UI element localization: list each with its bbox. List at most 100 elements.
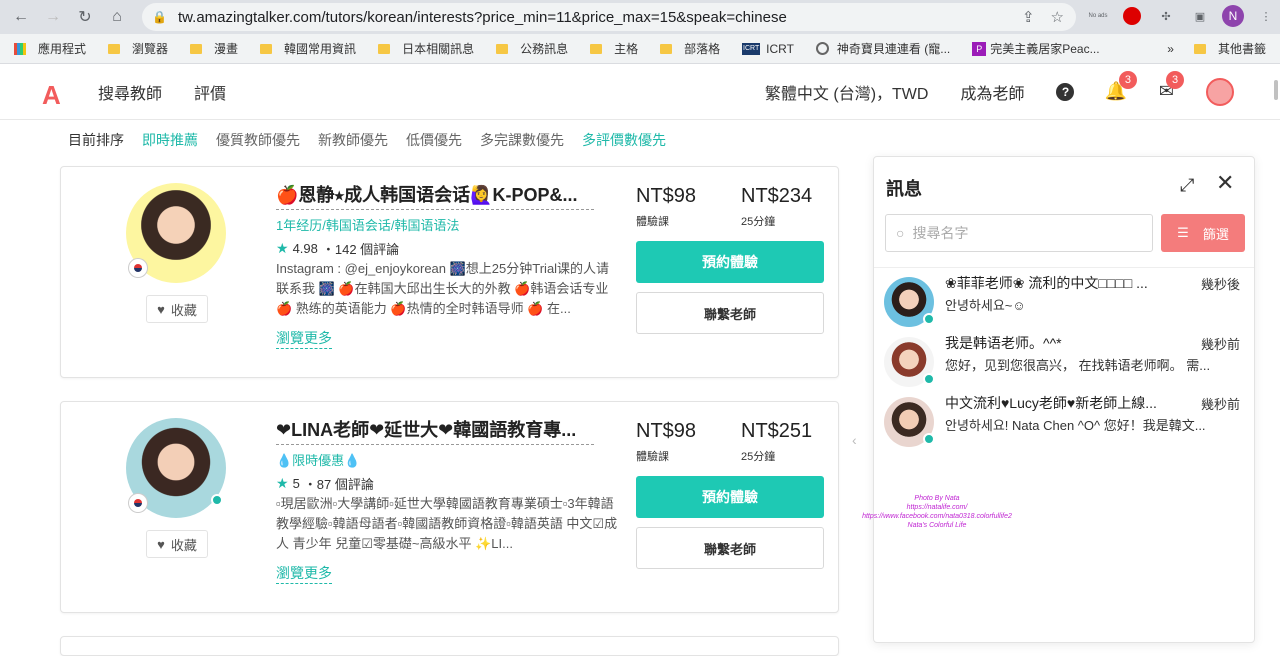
url-text: tw.amazingtalker.com/tutors/korean/inter… [178, 8, 787, 26]
trial-price-label: 體驗課 [636, 451, 669, 463]
view-more-link[interactable]: 瀏覽更多 [276, 328, 332, 349]
sort-option-new[interactable]: 新教師優先 [318, 130, 388, 150]
view-more-link[interactable]: 瀏覽更多 [276, 563, 332, 584]
conversation-name: 中文流利♥Lucy老師♥新老師上線... [945, 395, 1157, 411]
book-trial-button[interactable]: 預約體驗 [636, 476, 824, 518]
bookmark-link[interactable]: P 完美主義居家Peac... [972, 40, 1100, 57]
lesson-price: NT$251 [741, 420, 813, 442]
contact-teacher-button[interactable]: 聯繫老師 [636, 527, 824, 569]
user-avatar[interactable] [1206, 77, 1234, 106]
share-icon[interactable]: ⇪ [1022, 8, 1035, 26]
tutor-description: Instagram : @ej_enjoykorean 🎆想上25分钟Trial… [276, 261, 610, 316]
heart-icon: ♥ [157, 536, 165, 552]
forward-arrow-icon[interactable]: → [42, 6, 64, 28]
tutor-rating: ★ 4.98 ・142 個評論 [276, 240, 400, 257]
online-status-dot [211, 494, 223, 506]
folder-icon [378, 43, 391, 54]
site-header: A 搜尋教師 評價 繁體中文 (台灣)，TWD 成為老師 ? 🔔 3 ✉ 3 [0, 64, 1280, 120]
folder-icon [1193, 43, 1206, 54]
other-bookmarks[interactable]: 其他書籤 [1193, 40, 1266, 57]
side-panel-icon[interactable]: ▣ [1188, 4, 1212, 28]
favorite-button[interactable]: ♥ 收藏 [146, 295, 208, 323]
bookmarks-overflow-icon[interactable]: » [1167, 42, 1174, 56]
sort-option-recommended[interactable]: 即時推薦 [142, 130, 198, 150]
lesson-price-label: 25分鐘 [741, 216, 776, 228]
folder-icon [108, 43, 121, 54]
folder-icon [590, 43, 603, 54]
page-scrollbar[interactable] [1274, 80, 1278, 100]
folder-icon [190, 43, 203, 54]
folder-icon [260, 43, 273, 54]
mail-icon[interactable]: ✉ 3 [1159, 71, 1184, 102]
language-currency-selector[interactable]: 繁體中文 (台灣)，TWD [765, 80, 929, 104]
lesson-price: NT$234 [741, 185, 813, 207]
sort-option-most-lessons[interactable]: 多完課數優先 [480, 130, 564, 150]
apps-grid-icon [14, 42, 26, 55]
heart-icon: ♥ [157, 301, 165, 317]
no-ads-extension-icon[interactable]: No ads [1086, 4, 1110, 28]
star-icon: ★ [276, 475, 289, 491]
online-status-dot [923, 373, 935, 385]
contact-teacher-button[interactable]: 聯繫老師 [636, 292, 824, 334]
amazingtalker-logo[interactable]: A [42, 80, 66, 110]
online-status-dot [923, 433, 935, 445]
bookmark-folder[interactable]: 日本相關訊息 [378, 40, 474, 57]
filter-button[interactable]: ☰ 篩選 [1161, 214, 1245, 252]
photo-watermark: Photo By Nata https://natalife.com/ http… [862, 495, 1012, 529]
conversation-time: 幾秒後 [1201, 277, 1241, 292]
help-icon[interactable]: ? [1056, 82, 1075, 101]
close-icon[interactable]: ✕ [1216, 172, 1236, 194]
bookmark-apps[interactable]: 應用程式 [14, 40, 86, 57]
bookmark-folder[interactable]: 瀏覽器 [108, 40, 168, 57]
favorite-button[interactable]: ♥ 收藏 [146, 530, 208, 558]
bookmark-folder[interactable]: 漫畫 [190, 40, 238, 57]
extensions-puzzle-icon[interactable]: ✣ [1154, 4, 1178, 28]
address-bar[interactable]: 🔒 tw.amazingtalker.com/tutors/korean/int… [142, 3, 1076, 31]
sort-label: 目前排序 [68, 132, 124, 148]
conversation-item[interactable]: 中文流利♥Lucy老師♥新老師上線... 幾秒前 안녕하세요! Nata Che… [874, 393, 1254, 453]
conversation-item[interactable]: ❀菲菲老师❀ 流利的中文□□□□ ... 幾秒後 안녕하세요~☺ [874, 273, 1254, 333]
mail-badge: 3 [1166, 71, 1184, 89]
back-arrow-icon[interactable]: ← [10, 6, 32, 28]
bookmark-folder[interactable]: 公務訊息 [496, 40, 568, 57]
icrt-logo-icon: ICRT [742, 42, 761, 55]
bookmark-folder[interactable]: 部落格 [660, 40, 720, 57]
sort-option-most-reviews[interactable]: 多評價數優先 [582, 130, 666, 150]
profile-avatar[interactable]: N [1222, 5, 1244, 27]
bookmarks-bar: 應用程式 瀏覽器 漫畫 韓國常用資訊 日本相關訊息 公務訊息 主格 部落格 IC… [0, 34, 1280, 64]
messages-panel: 訊息 ⤢ ✕ ○ 搜尋名字 ☰ 篩選 ❀菲菲老师❀ 流利的中文□□□□ ... … [873, 156, 1255, 643]
trial-price: NT$98 [636, 420, 697, 442]
conversation-time: 幾秒前 [1201, 337, 1241, 352]
notification-bell-icon[interactable]: 🔔 3 [1104, 71, 1137, 102]
bookmark-star-icon[interactable]: ☆ [1051, 8, 1064, 26]
conversation-time: 幾秒前 [1201, 397, 1241, 412]
online-status-dot [923, 313, 935, 325]
book-trial-button[interactable]: 預約體驗 [636, 241, 824, 283]
conversation-preview: 안녕하세요~☺ [945, 298, 1026, 313]
conversation-item[interactable]: 我是韩语老师。^^* 幾秒前 您好，见到您很高兴， 在找韩语老师啊。 需... [874, 333, 1254, 393]
search-icon: ○ [896, 225, 905, 241]
korea-flag-icon [129, 494, 147, 512]
nav-search-teachers[interactable]: 搜尋教師 [98, 80, 162, 104]
nav-reviews[interactable]: 評價 [194, 80, 226, 104]
folder-icon [496, 43, 509, 54]
chevron-left-icon[interactable]: ‹ [852, 432, 857, 448]
sort-option-low-price[interactable]: 低價優先 [406, 130, 462, 150]
tutor-name[interactable]: ❤LINA老師❤延世大❤韓國語教育專... [276, 416, 594, 445]
menu-kebab-icon[interactable]: ⋮ [1254, 4, 1278, 28]
bookmark-folder[interactable]: 主格 [590, 40, 638, 57]
tutor-name[interactable]: 🍎恩静⭑成人韩国语会话🙋‍♀K-POP&... [276, 181, 594, 210]
bookmark-icrt[interactable]: ICRT ICRT [742, 42, 794, 56]
become-teacher-link[interactable]: 成為老師 [960, 80, 1024, 104]
expand-icon[interactable]: ⤢ [1180, 175, 1200, 195]
home-icon[interactable]: ⌂ [106, 6, 128, 28]
site-favicon-icon: P [972, 41, 987, 56]
notification-badge: 3 [1118, 71, 1137, 89]
star-icon: ★ [276, 240, 289, 256]
reload-icon[interactable]: ↻ [74, 6, 96, 28]
bookmark-folder[interactable]: 韓國常用資訊 [260, 40, 356, 57]
adblock-extension-icon[interactable] [1120, 4, 1144, 28]
bookmark-link[interactable]: 神奇寶貝連連看 (寵... [815, 40, 950, 57]
sort-option-quality[interactable]: 優質教師優先 [216, 130, 300, 150]
search-name-input[interactable]: ○ 搜尋名字 [885, 214, 1153, 252]
